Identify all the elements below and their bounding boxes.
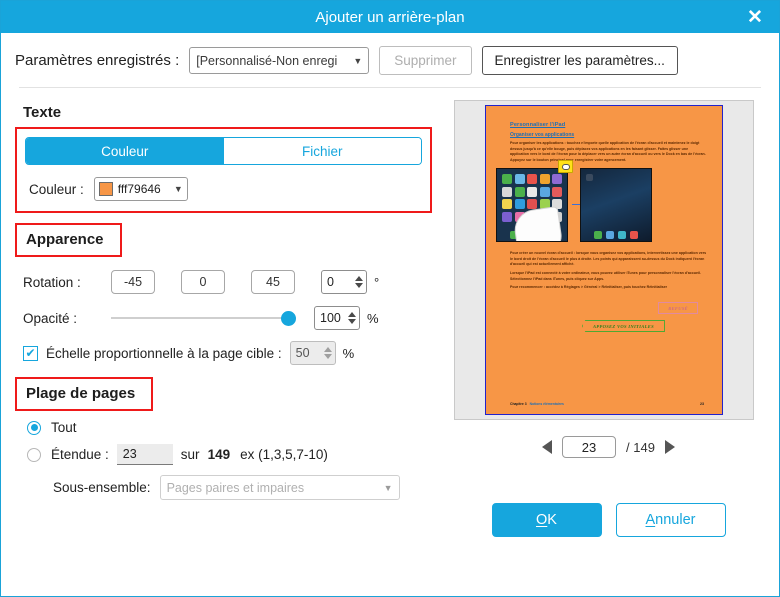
preview-paragraph-2: Pour créer un nouvel écran d'accueil : l… [510,251,707,267]
subset-label: Sous-ensemble: [53,480,151,495]
ipad-lock-screenshot [580,168,652,243]
chevron-down-icon: ▼ [353,55,363,66]
range-all-row[interactable]: Tout [1,411,446,435]
radio-etendue[interactable] [27,447,41,462]
plage-title-wrap: Plage de pages [1,377,446,411]
preset-select-value: [Personnalisé-Non enregi [196,53,338,68]
tab-couleur[interactable]: Couleur [26,138,224,164]
footer-chapter: Chapitre 3 Notions élémentaires [510,402,564,406]
subset-value: Pages paires et impaires [166,480,305,495]
subset-select[interactable]: Pages paires et impaires ▼ [159,475,400,500]
preview-lower-text: Pour créer un nouvel écran d'accueil : l… [486,242,722,290]
footer-section: Notions élémentaires [529,402,564,406]
scale-stepper[interactable]: 50 [289,341,336,365]
rotation-row: Rotation : -45 0 45 0 ° [23,267,446,297]
scale-unit: % [342,345,355,361]
delete-preset-button[interactable]: Supprimer [379,46,472,75]
chevron-down-icon: ▼ [383,482,393,493]
tab-fichier[interactable]: Fichier [223,138,421,164]
range-custom-row[interactable]: Étendue : 23 sur 149 ex (1,3,5,7-10) [1,435,446,465]
sticky-note-icon [558,160,573,174]
rotation-preset-45[interactable]: 45 [251,270,295,294]
next-page-icon[interactable] [664,440,675,454]
color-row: Couleur : fff79646 ▼ [25,177,422,201]
range-hint: ex (1,3,5,7-10) [240,447,328,462]
cancel-button[interactable]: Annuler [615,503,726,537]
color-picker[interactable]: fff79646 ▼ [93,177,188,201]
apparence-rows: Rotation : -45 0 45 0 ° Opacité : 100 % [1,257,446,333]
source-tabs: Couleur Fichier [25,137,422,165]
dialog-title: Ajouter un arrière-plan [315,8,465,26]
opacity-unit: % [367,310,379,326]
preview-paragraph-1: Pour organiser les applications : touche… [510,141,706,162]
range-of-label: sur [180,447,200,462]
scale-row: ✔ Échelle proportionnelle à la page cibl… [1,339,446,365]
settings-panel: Texte Couleur Fichier Couleur : fff79646… [1,88,446,537]
range-total: 149 [207,447,231,462]
saved-settings-label: Paramètres enregistrés : [15,52,180,69]
stepper-arrows-icon[interactable] [348,307,356,329]
texte-group: Couleur Fichier Couleur : fff79646 ▼ [15,127,432,213]
footer-page-number: 23 [700,402,704,406]
rotation-unit: ° [374,274,380,290]
preview-pager: 23 / 149 [454,436,763,458]
app-icon [586,174,593,182]
apparence-section-title: Apparence [15,223,122,257]
opacity-stepper[interactable]: 100 [314,306,360,330]
opacity-label: Opacité : [23,310,78,326]
slider-handle[interactable] [281,310,296,326]
color-hex-value: fff79646 [117,182,161,196]
color-swatch-icon [98,182,113,196]
stamp-refuse: REFUSÉ [658,302,698,314]
preview-heading-2: Organiser vos applications [510,132,575,138]
preview-paragraph-3: Lorsque l'iPad est connecté à votre ordi… [510,270,702,281]
chevron-down-icon: ▼ [173,184,183,194]
opacity-row: Opacité : 100 % [23,303,446,333]
preset-select[interactable]: [Personnalisé-Non enregi ▼ [189,47,370,74]
slider-track [111,317,296,319]
ok-button[interactable]: OK [491,503,602,537]
preview-page-content: Personnaliser l'iPad Organiser vos appli… [486,106,722,163]
rotation-stepper[interactable]: 0 [321,270,367,294]
dialog-actions: OK Annuler [454,503,763,537]
rotation-preset-minus45[interactable]: -45 [111,270,155,294]
close-icon[interactable]: ✕ [739,1,771,33]
preview-panel: Personnaliser l'iPad Organiser vos appli… [446,88,779,537]
prev-page-icon[interactable] [542,440,553,454]
rotation-preset-0[interactable]: 0 [181,270,225,294]
dialog-titlebar: Ajouter un arrière-plan ✕ [1,1,779,33]
ipad-home-screenshot [496,168,568,243]
preview-screenshots [496,160,722,243]
plage-section-title: Plage de pages [15,377,154,411]
ipad-dock [584,231,648,240]
scale-checkbox[interactable]: ✔ [23,345,38,361]
page-number-input[interactable]: 23 [562,436,617,458]
rotation-value: 0 [327,275,334,289]
texte-section-title: Texte [23,104,62,121]
preview-frame: Personnaliser l'iPad Organiser vos appli… [454,100,754,420]
color-label: Couleur : [29,181,84,197]
range-all-label: Tout [51,420,77,435]
preview-footer: Chapitre 3 Notions élémentaires 23 [510,402,704,406]
rotation-label: Rotation : [23,274,81,290]
apparence-title-wrap: Apparence [1,223,446,257]
subset-row: Sous-ensemble: Pages paires et impaires … [1,465,446,500]
add-background-dialog: Ajouter un arrière-plan ✕ Paramètres enr… [0,0,780,597]
range-input[interactable]: 23 [116,444,173,465]
stepper-arrows-icon[interactable] [323,342,332,364]
opacity-slider[interactable] [111,306,296,330]
preview-paragraph-4: Pour recommencer : accédez à Réglages > … [510,285,667,290]
stepper-arrows-icon[interactable] [355,271,363,293]
preview-page: Personnaliser l'iPad Organiser vos appli… [485,105,723,415]
stamp-initials: APPOSEZ VOS INITIALES [582,320,665,332]
page-total-label: / 149 [626,439,655,455]
scale-label: Échelle proportionnelle à la page cible … [46,345,282,361]
opacity-value: 100 [320,311,341,325]
radio-all[interactable] [27,420,41,435]
range-custom-label: Étendue : [51,447,109,462]
save-settings-button[interactable]: Enregistrer les paramètres... [481,46,678,75]
saved-settings-row: Paramètres enregistrés : [Personnalisé-N… [1,33,779,75]
preview-heading-1: Personnaliser l'iPad [510,122,566,128]
scale-value: 50 [295,346,310,360]
